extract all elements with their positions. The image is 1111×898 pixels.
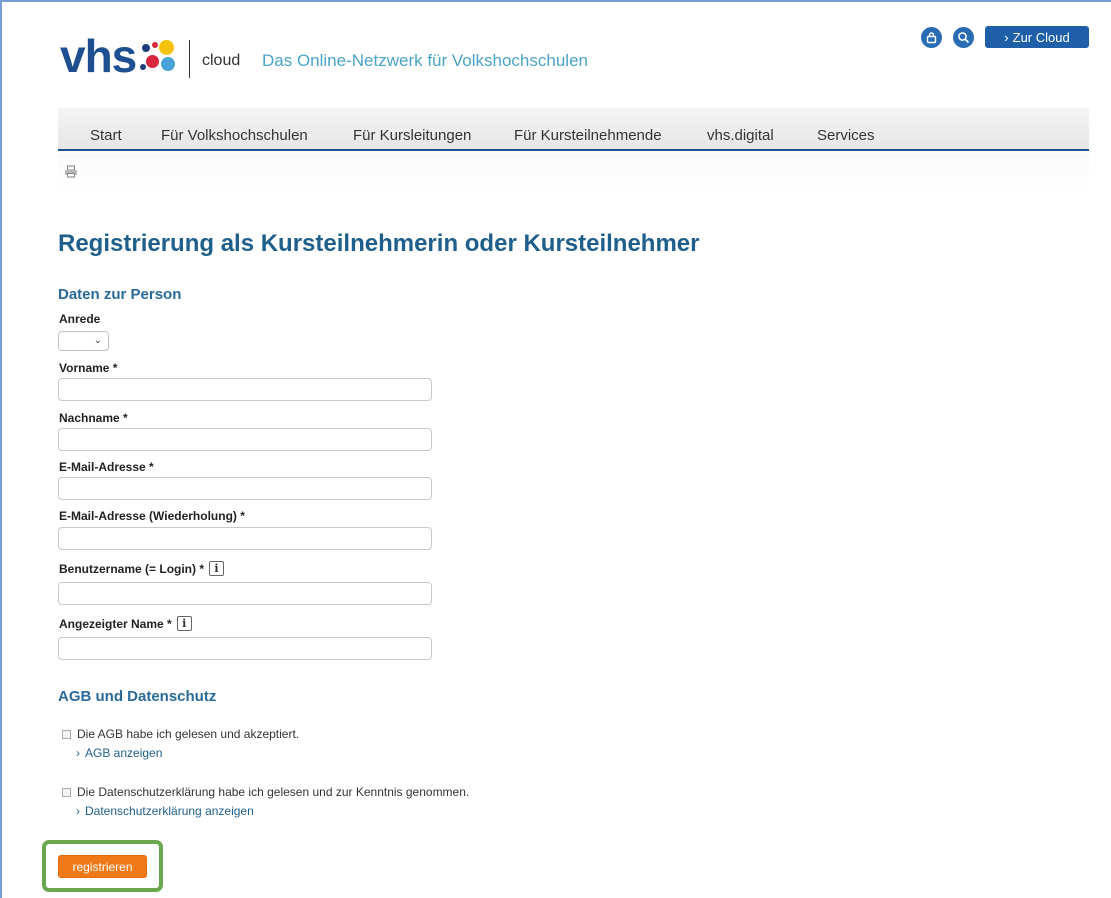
section-heading-person: Daten zur Person [58, 286, 182, 303]
field-label-email-repeat: E-Mail-Adresse (Wiederholung) * [59, 509, 245, 523]
cloud-label: cloud [202, 52, 241, 69]
username-input[interactable] [58, 582, 432, 605]
chevron-right-icon: › [1004, 29, 1009, 45]
agb-checkbox-label: Die AGB habe ich gelesen und akzeptiert. [77, 727, 300, 741]
chevron-right-icon: › [76, 746, 80, 760]
nav-item-fuer-kursleitungen[interactable]: Für Kursleitungen [353, 127, 471, 144]
logo-separator [189, 40, 190, 78]
vhs-logo[interactable]: vhs [60, 30, 180, 82]
zur-cloud-button[interactable]: › Zur Cloud [985, 26, 1089, 48]
nav-item-fuer-kursteilnehmende[interactable]: Für Kursteilnehmende [514, 127, 662, 144]
field-label-display-name: Angezeigter Name * i [59, 616, 192, 631]
field-label-email: E-Mail-Adresse * [59, 460, 154, 474]
privacy-checkbox-label: Die Datenschutzerklärung habe ich gelese… [77, 785, 470, 799]
field-label-text: Benutzername (= Login) * [59, 561, 205, 576]
search-icon [958, 32, 970, 44]
agb-checkbox[interactable] [62, 730, 71, 739]
agb-link[interactable]: › AGB anzeigen [76, 746, 162, 760]
email-input[interactable] [58, 477, 432, 500]
nav-item-services[interactable]: Services [817, 127, 875, 144]
search-button[interactable] [953, 27, 974, 48]
field-label-text: E-Mail-Adresse * [59, 460, 154, 474]
salutation-label-text: Anrede [59, 312, 101, 326]
display-name-input[interactable] [58, 637, 432, 660]
register-button[interactable]: registrieren [58, 855, 147, 878]
field-label-text: Vorname * [59, 361, 118, 375]
field-label-text: Angezeigter Name * [59, 616, 172, 631]
logo-text: vhs [60, 30, 137, 82]
salutation-label: Anrede [59, 312, 100, 326]
nav-item-start[interactable]: Start [90, 127, 122, 144]
chevron-down-icon: ⌄ [93, 335, 102, 346]
agb-link-text: AGB anzeigen [85, 746, 163, 760]
logo-dots-graphic [138, 38, 180, 74]
field-label-text: E-Mail-Adresse (Wiederholung) * [59, 509, 245, 523]
nav-subbar [58, 153, 1089, 193]
nav-item-fuer-volkshochschulen[interactable]: Für Volkshochschulen [161, 127, 308, 144]
login-button[interactable] [921, 27, 942, 48]
info-icon[interactable]: i [209, 561, 225, 576]
print-button[interactable] [64, 165, 78, 183]
nachname-input[interactable] [58, 428, 432, 451]
nav-item-vhs-digital[interactable]: vhs.digital [707, 127, 774, 144]
field-label-nachname: Nachname * [59, 411, 128, 425]
salutation-select[interactable]: ⌄ [58, 331, 109, 351]
print-icon [65, 165, 77, 178]
frame-border-left [0, 0, 2, 898]
field-label-text: Nachname * [59, 411, 128, 425]
privacy-link-text: Datenschutzerklärung anzeigen [85, 804, 254, 818]
frame-border-top [0, 0, 1111, 2]
section-heading-terms: AGB und Datenschutz [58, 688, 217, 705]
email-repeat-input[interactable] [58, 527, 432, 550]
page-title: Registrierung als Kursteilnehmerin oder … [58, 230, 700, 257]
main-nav: Start Für Volkshochschulen Für Kursleitu… [58, 108, 1089, 151]
chevron-right-icon: › [76, 804, 80, 818]
field-label-username: Benutzername (= Login) * i [59, 561, 225, 576]
privacy-checkbox[interactable] [62, 788, 71, 797]
privacy-link[interactable]: › Datenschutzerklärung anzeigen [76, 804, 254, 818]
zur-cloud-label: Zur Cloud [1012, 29, 1070, 45]
header-tagline: Das Online-Netzwerk für Volkshochschulen [262, 51, 588, 70]
vorname-input[interactable] [58, 378, 432, 401]
field-label-vorname: Vorname * [59, 361, 117, 375]
lock-icon [926, 32, 937, 44]
info-icon[interactable]: i [176, 616, 192, 631]
